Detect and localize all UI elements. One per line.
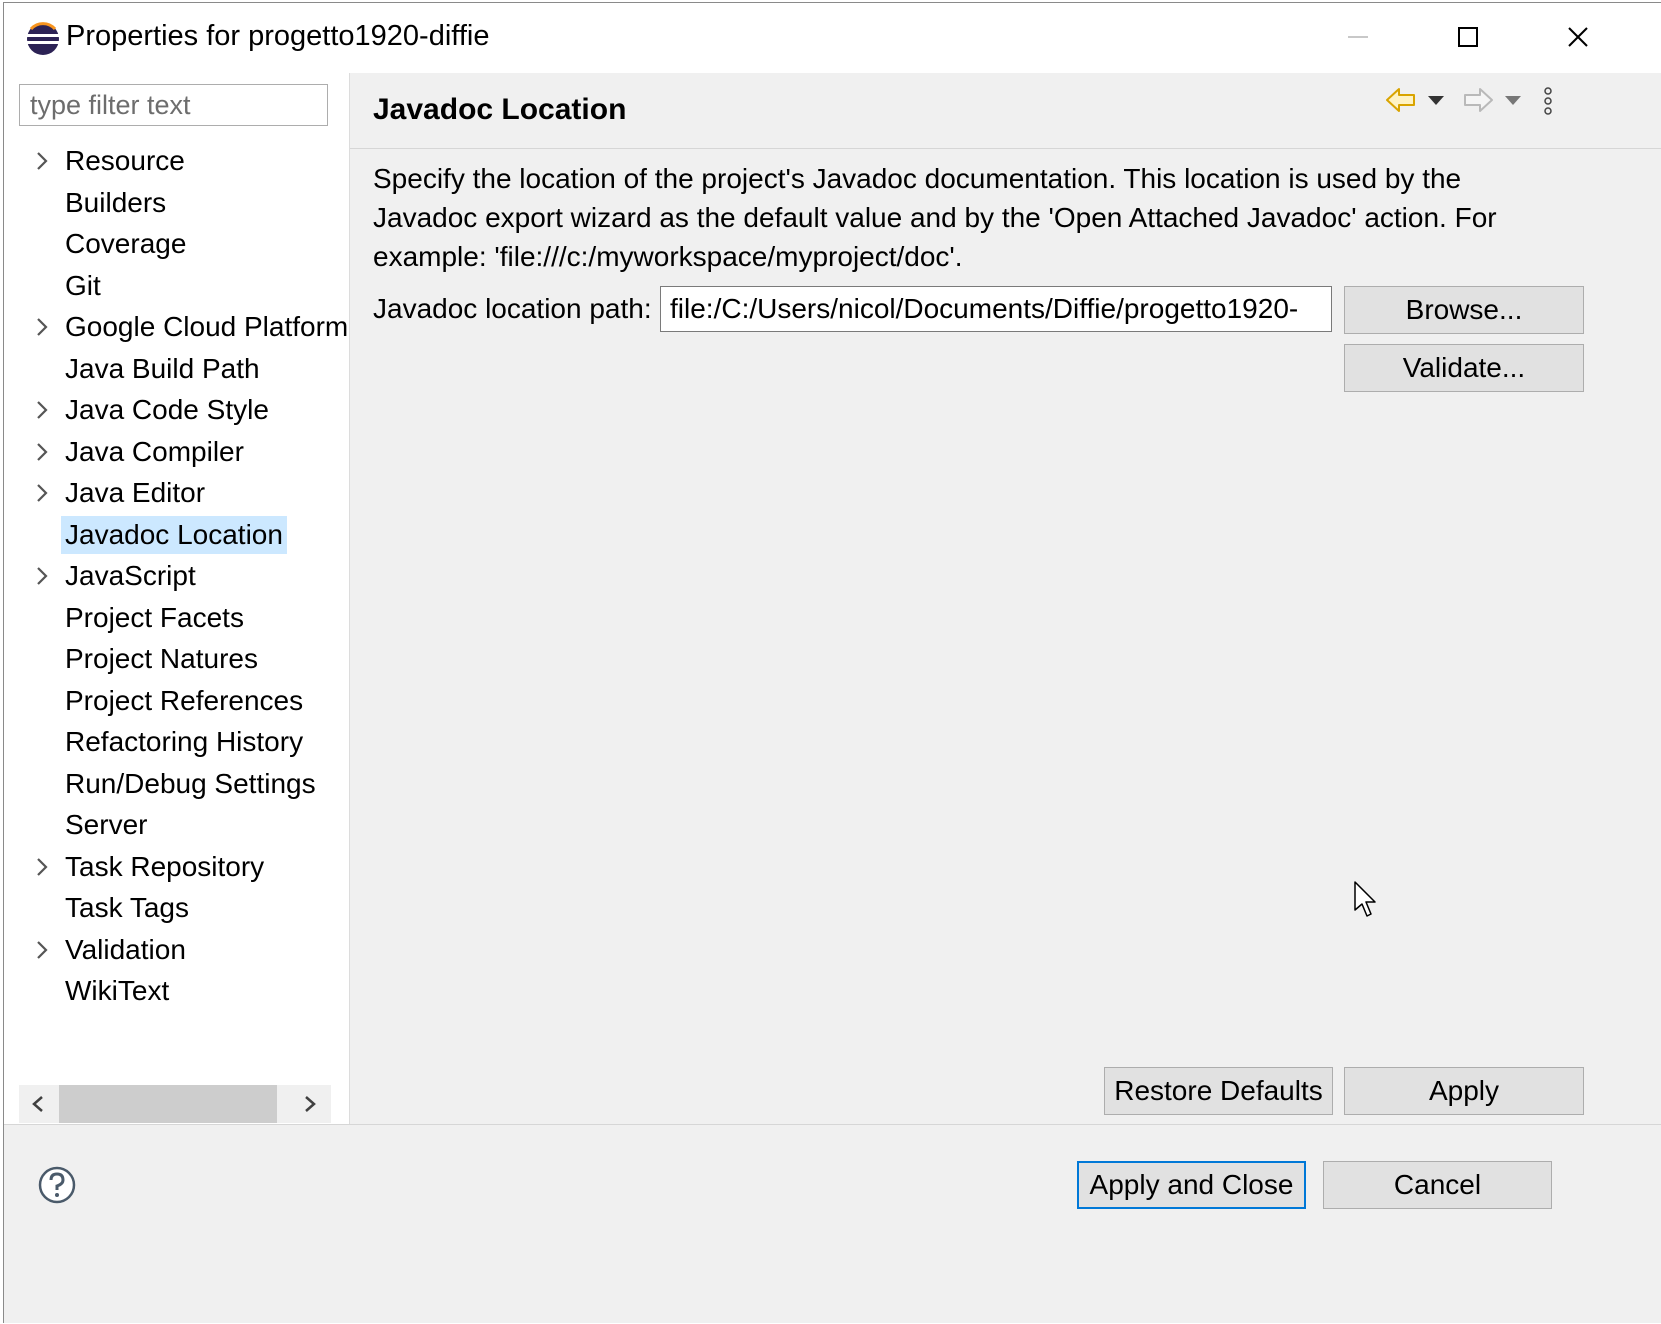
chevron-right-icon[interactable] (32, 482, 52, 504)
tree-item-task-tags[interactable]: Task Tags (4, 888, 349, 928)
page-title: Javadoc Location (373, 93, 627, 126)
tree-item-project-references[interactable]: Project References (4, 681, 349, 721)
tree-item-javascript[interactable]: JavaScript (4, 556, 349, 596)
chevron-right-icon[interactable] (32, 399, 52, 421)
maximize-icon (1458, 27, 1478, 47)
back-arrow-icon[interactable] (1385, 85, 1417, 115)
forward-arrow-icon[interactable] (1462, 85, 1494, 115)
horizontal-scrollbar[interactable] (19, 1085, 331, 1123)
tree-item-project-natures[interactable]: Project Natures (4, 639, 349, 679)
back-history-dropdown-icon[interactable] (1427, 95, 1445, 107)
tree-item-task-repository[interactable]: Task Repository (4, 847, 349, 887)
tree-item-label: Run/Debug Settings (65, 767, 316, 799)
scroll-thumb[interactable] (59, 1085, 277, 1123)
tree-item-label: Java Build Path (65, 352, 260, 384)
tree-item-java-compiler[interactable]: Java Compiler (4, 432, 349, 472)
tree-item-label: Java Editor (65, 477, 206, 508)
minimize-button[interactable] (1304, 3, 1414, 73)
mouse-cursor-icon (1354, 881, 1376, 917)
tree-item-label: Validation (65, 933, 186, 965)
tree-item-label: Java Compiler (65, 435, 244, 467)
apply-and-close-button[interactable]: Apply and Close (1077, 1161, 1306, 1209)
dialog-footer: Apply and Close Cancel (4, 1124, 1661, 1323)
chevron-right-icon[interactable] (32, 856, 52, 878)
tree-item-label: Task Tags (65, 892, 189, 923)
filter-input[interactable] (19, 84, 328, 126)
chevron-right-icon[interactable] (32, 939, 52, 961)
tree-item-label: Server (65, 809, 148, 840)
forward-history-dropdown-icon[interactable] (1504, 95, 1522, 107)
validate-button[interactable]: Validate... (1344, 344, 1584, 392)
close-icon (1568, 27, 1588, 47)
scroll-left-button[interactable] (19, 1085, 59, 1123)
window-title: Properties for progetto1920-diffie (66, 20, 490, 52)
tree-item-label: Refactoring History (65, 726, 304, 757)
category-panel: Resource Builders Coverage Git Google Cloud … (4, 73, 350, 1192)
tree-item-label: Coverage (65, 228, 187, 259)
tree-item-label: Resource (65, 145, 185, 176)
tree-item-run-debug-settings[interactable]: Run/Debug Settings (4, 764, 349, 804)
tree-item-resource[interactable]: Resource (4, 141, 349, 181)
tree-item-label: Project Facets (65, 601, 244, 633)
tree-item-javadoc-location[interactable]: Javadoc Location (4, 515, 349, 555)
tree-item-label: Project Natures (65, 643, 258, 674)
eclipse-logo-icon (27, 22, 59, 55)
tree-item-label: Java Code Style (65, 394, 269, 425)
chevron-right-icon[interactable] (32, 150, 52, 172)
title-bar: Properties for progetto1920-diffie (4, 3, 1661, 73)
tree-item-java-editor[interactable]: Java Editor (4, 473, 349, 513)
tree-item-java-code-style[interactable]: Java Code Style (4, 390, 349, 430)
tree-item-label: Project References (65, 684, 304, 716)
javadoc-path-input[interactable] (660, 286, 1332, 332)
more-options-icon[interactable] (1543, 87, 1553, 117)
tree-item-builders[interactable]: Builders (4, 183, 349, 223)
maximize-button[interactable] (1414, 3, 1524, 73)
tree-item-label: WikiText (65, 975, 170, 1006)
tree-item-label: Git (65, 269, 101, 301)
tree-item-label: Google Cloud Platform (65, 311, 349, 342)
restore-defaults-button[interactable]: Restore Defaults (1104, 1067, 1333, 1115)
chevron-right-icon[interactable] (32, 316, 52, 338)
tree-item-refactoring-history[interactable]: Refactoring History (4, 722, 349, 762)
apply-button[interactable]: Apply (1344, 1067, 1584, 1115)
help-icon[interactable] (37, 1165, 77, 1205)
tree-item-label: JavaScript (65, 560, 196, 591)
page-header: Javadoc Location (350, 73, 1661, 149)
tree-item-google-cloud-platform[interactable]: Google Cloud Platform (4, 307, 349, 347)
properties-dialog: Properties for progetto1920-diffie Resou… (3, 2, 1661, 1323)
tree-item-java-build-path[interactable]: Java Build Path (4, 349, 349, 389)
tree-item-project-facets[interactable]: Project Facets (4, 598, 349, 638)
javadoc-path-label: Javadoc location path: (373, 293, 652, 324)
tree-item-label: Task Repository (65, 850, 265, 882)
page-content: Specify the location of the project's Ja… (350, 149, 1661, 1192)
tree-item-server[interactable]: Server (4, 805, 349, 845)
tree-item-coverage[interactable]: Coverage (4, 224, 349, 264)
minimize-icon (1348, 36, 1368, 38)
close-button[interactable] (1524, 3, 1634, 73)
scroll-right-button[interactable] (291, 1085, 331, 1123)
browse-button[interactable]: Browse... (1344, 286, 1584, 334)
tree-item-label: Builders (65, 186, 167, 218)
page-description: Specify the location of the project's Ja… (373, 163, 1497, 272)
chevron-right-icon[interactable] (32, 441, 52, 463)
tree-item-validation[interactable]: Validation (4, 930, 349, 970)
cancel-button[interactable]: Cancel (1323, 1161, 1552, 1209)
chevron-right-icon[interactable] (32, 565, 52, 587)
chevron-left-icon (32, 1096, 43, 1112)
tree-item-git[interactable]: Git (4, 266, 349, 306)
tree-item-wikitext[interactable]: WikiText (4, 971, 349, 1011)
chevron-right-icon (305, 1096, 316, 1112)
tree-item-label: Javadoc Location (61, 515, 287, 554)
